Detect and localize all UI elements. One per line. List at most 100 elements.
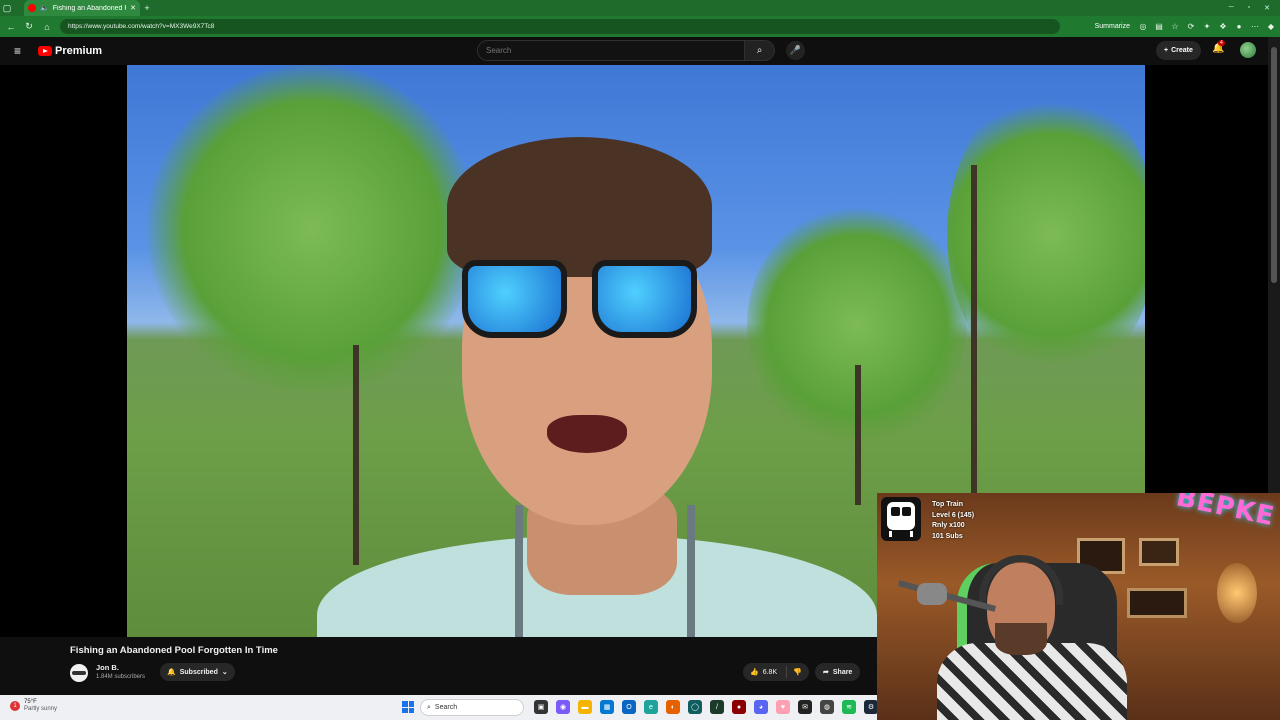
new-tab-icon[interactable]: + [140,1,154,15]
search-button[interactable]: ⌕ [745,40,775,61]
edge-copilot-icon[interactable]: ◆ [1266,22,1276,32]
train-subs: 101 Subs [932,532,963,540]
home-icon[interactable]: ⌂ [40,20,54,34]
maximize-icon[interactable]: ▫ [1248,4,1250,12]
hamburger-menu-icon[interactable]: ≡ [14,44,28,58]
back-arrow-icon[interactable]: ← [4,20,18,34]
thumbs-up-icon: 👍 [750,669,759,676]
firefox-icon[interactable]: ◐ [666,700,680,714]
neon-sign: BEPKE [1173,493,1278,533]
outlook-icon[interactable]: O [622,700,636,714]
create-button[interactable]: + Create [1156,41,1201,60]
speaker-icon[interactable]: 🔈 [40,4,49,12]
share-label: Share [832,668,853,676]
logo-text: Premium [55,45,103,57]
bell-icon: 🔔 [167,669,176,676]
file-explorer-icon[interactable]: ▬ [578,700,592,714]
youtube-header: ≡ Premium ⌕ 🎤 + Create 🔔4 [0,37,1268,65]
photos-icon[interactable]: ▦ [600,700,614,714]
app-icon[interactable]: ◯ [688,700,702,714]
browser-titlebar: ▢ 🔈 Fishing an Abandoned Pool ✕ + ─ ▫ ✕ [0,0,1280,16]
windows-start-icon[interactable] [402,701,414,713]
lamp-glow [1217,563,1257,623]
task-view-icon[interactable]: ▣ [534,700,548,714]
like-dislike-group: 👍 6.8K 👎 [743,663,809,681]
share-arrow-icon: ➦ [823,669,829,676]
lens-right [592,260,697,338]
summarize-button[interactable]: Summarize [1095,23,1130,30]
tree-trunk [971,165,977,495]
app-icon[interactable]: / [710,700,724,714]
streamer-hoodie [937,643,1127,720]
lanyard [687,505,695,637]
subscribed-label: Subscribed [179,668,218,676]
tab-title: Fishing an Abandoned Pool [52,4,126,12]
more-menu-icon[interactable]: ⋯ [1250,22,1260,32]
weather-alert-icon: 1 [10,701,20,711]
youtube-logo[interactable]: Premium [38,45,102,57]
app-icon[interactable]: ♥ [776,700,790,714]
discord-icon[interactable]: ◕ [754,700,768,714]
window-controls: ─ ▫ ✕ [1229,4,1280,12]
voice-search-mic-icon[interactable]: 🎤 [786,41,805,60]
sunglasses [462,260,702,340]
app-icon[interactable]: ✉ [798,700,812,714]
train-multiplier: Rnly x100 [932,522,965,529]
train-level: Level 6 (145) [932,511,975,519]
extension-icons: ◎ ▤ ☆ ⟳ ✦ ❖ ● ⋯ ◆ [1138,22,1276,32]
spotify-icon[interactable]: ≋ [842,700,856,714]
channel-avatar[interactable] [70,664,88,682]
taskbar-apps: ▣ ◉ ▬ ▦ O e ◐ ◯ / ● ◕ ♥ ✉ ◍ ≋ ⚙ ▸ [534,700,900,714]
scrollbar-thumb[interactable] [1271,47,1277,283]
taskbar-search[interactable]: ⌕ Search [420,699,524,716]
thumbs-down-icon: 👎 [793,669,802,676]
subscribed-button[interactable]: 🔔 Subscribed ⌄ [160,663,235,681]
tree-foliage [147,65,477,395]
app-icon[interactable]: ● [732,700,746,714]
channel-name[interactable]: Jon B. [96,663,119,672]
create-label: Create [1171,47,1193,54]
like-button[interactable]: 👍 6.8K [743,666,787,678]
tab-close-icon[interactable]: ✕ [130,4,136,12]
reader-icon[interactable]: ▤ [1154,22,1164,32]
youtube-favicon-icon [28,4,36,12]
search-input[interactable] [477,40,745,61]
reload-icon[interactable]: ↻ [22,20,36,34]
window-menu-icon[interactable]: ▢ [0,1,14,15]
share-button[interactable]: ➦ Share [815,663,861,681]
dislike-button[interactable]: 👎 [787,668,802,676]
extensions-icon[interactable]: ✦ [1202,22,1212,32]
collections-icon[interactable]: ❖ [1218,22,1228,32]
train-icon [881,497,921,541]
edge-browser-icon[interactable]: e [644,700,658,714]
plus-icon: + [1164,47,1169,54]
person-mouth [547,415,627,453]
minimize-icon[interactable]: ─ [1229,4,1234,12]
browser-tab-active[interactable]: 🔈 Fishing an Abandoned Pool ✕ [24,0,140,16]
notifications-bell-icon[interactable]: 🔔 4 [1212,40,1225,54]
like-count: 6.8K [762,668,778,676]
wall-picture [1127,588,1187,618]
profile-icon[interactable]: ● [1234,22,1244,32]
taskbar-search-label: Search [434,704,458,711]
streamer-webcam-overlay: BEPKE Top Train Level 6 (145) Rnly x100 … [877,493,1280,720]
refresh-extension-icon[interactable]: ⟳ [1186,22,1196,32]
steam-icon[interactable]: ⚙ [864,700,878,714]
account-avatar[interactable] [1240,42,1256,58]
window-close-icon[interactable]: ✕ [1264,4,1270,12]
copilot-icon[interactable]: ◎ [1138,22,1148,32]
app-icon[interactable]: ◍ [820,700,834,714]
toolbar-right: Summarize ◎ ▤ ☆ ⟳ ✦ ❖ ● ⋯ ◆ [1091,22,1276,32]
tree-trunk [353,345,359,565]
copilot-app-icon[interactable]: ◉ [556,700,570,714]
search-box: ⌕ [477,40,775,61]
microphone [917,583,947,605]
top-train-label: Top Train [932,501,963,508]
address-bar[interactable]: https://www.youtube.com/watch?v=MX3We9X7… [60,19,1060,34]
weather-condition: Partly sunny [24,706,58,712]
subscriber-count: 1.84M subscribers [96,674,146,680]
youtube-play-icon [38,46,52,56]
favorite-star-icon[interactable]: ☆ [1170,22,1180,32]
lens-left [462,260,567,338]
weather-widget[interactable]: 1 75°F Partly sunny [10,699,57,713]
